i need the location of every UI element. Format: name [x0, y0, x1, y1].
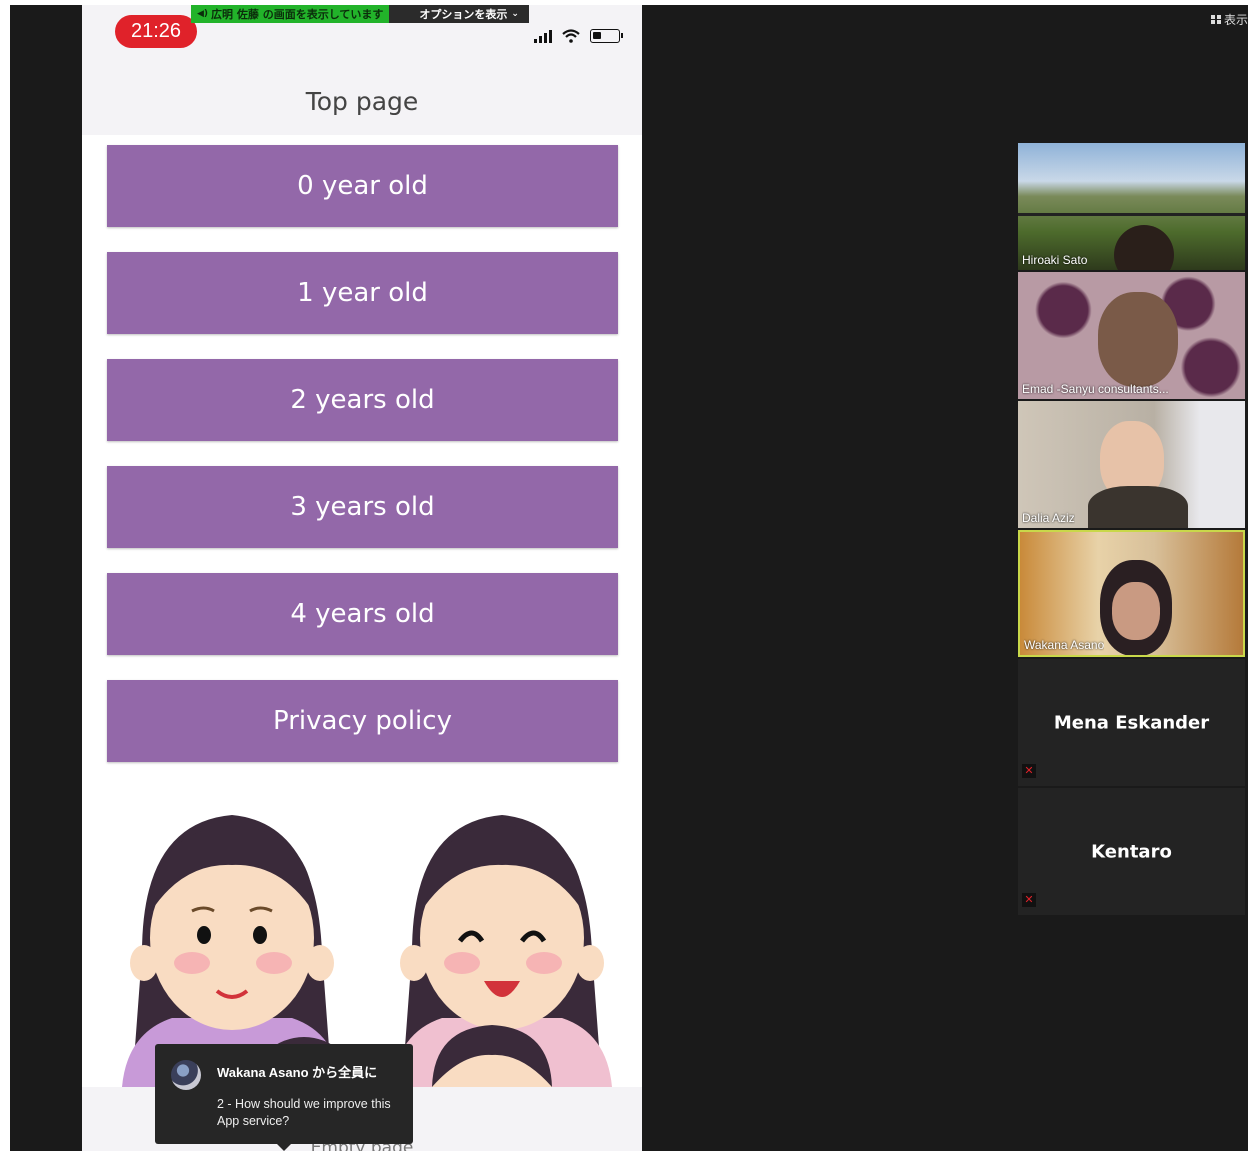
grid-view-icon: [1210, 15, 1221, 24]
participant-tile-dalia[interactable]: Dalia Aziz: [1018, 401, 1245, 528]
view-options-button[interactable]: オプションを表示 ⌄: [389, 5, 529, 23]
participant-tile-hiroaki[interactable]: Hiroaki Sato: [1018, 143, 1245, 270]
participant-tile-kentaro[interactable]: Kentaro ✕: [1018, 788, 1245, 915]
page-title: Top page: [305, 87, 419, 116]
view-options-label: オプションを表示: [419, 8, 508, 21]
participant-name: Kentaro: [1091, 841, 1172, 862]
avatar: [171, 1060, 201, 1090]
participant-name: Mena Eskander: [1053, 712, 1210, 733]
menu-button-4-years[interactable]: 4 years old: [107, 573, 618, 655]
menu-button-privacy-policy[interactable]: Privacy policy: [107, 680, 618, 762]
zoom-meeting-window: ◀) 広明 佐藤 の画面を表示しています オプションを表示 ⌄ 表示 21:26: [10, 5, 1248, 1151]
participant-name: Hiroaki Sato: [1022, 253, 1088, 267]
participant-name: Wakana Asano: [1024, 638, 1105, 652]
shared-phone-screen: 21:26 Top page 0 year old 1 year old 2 y…: [82, 5, 642, 1151]
phone-clock: 21:26: [115, 15, 197, 48]
menu-button-3-years[interactable]: 3 years old: [107, 466, 618, 548]
chevron-down-icon: ⌄: [511, 9, 519, 19]
menu-button-1-year[interactable]: 1 year old: [107, 252, 618, 334]
muted-mic-icon: ✕: [1022, 764, 1036, 778]
view-layout-label: 表示: [1223, 13, 1248, 27]
menu-button-0-year[interactable]: 0 year old: [107, 145, 618, 227]
status-icons: [534, 29, 623, 43]
battery-icon: [590, 29, 623, 43]
menu-button-2-years[interactable]: 2 years old: [107, 359, 618, 441]
chat-notification[interactable]: Wakana Asano から全員に 2 - How should we imp…: [155, 1044, 413, 1151]
chat-sender: Wakana Asano から全員に: [217, 1065, 378, 1080]
share-status-text: 広明 佐藤 の画面を表示しています: [211, 8, 384, 21]
speaker-icon: ◀): [197, 9, 209, 19]
participant-tile-mena[interactable]: Mena Eskander ✕: [1018, 659, 1245, 786]
app-content: 0 year old 1 year old 2 years old 3 year…: [82, 135, 642, 1087]
muted-mic-icon: ✕: [1022, 893, 1036, 907]
signal-icon: [534, 29, 552, 43]
participant-name: Emad -Sanyu consultants...: [1022, 382, 1169, 396]
wifi-icon: [562, 29, 580, 43]
view-layout-button[interactable]: 表示: [1210, 11, 1248, 28]
share-status: ◀) 広明 佐藤 の画面を表示しています: [191, 5, 390, 23]
screen-share-banner: ◀) 広明 佐藤 の画面を表示しています オプションを表示 ⌄: [191, 5, 529, 23]
chat-message: 2 - How should we improve this App servi…: [217, 1097, 391, 1128]
participant-tile-wakana[interactable]: Wakana Asano: [1018, 530, 1245, 657]
participant-tile-emad[interactable]: Emad -Sanyu consultants...: [1018, 272, 1245, 399]
participant-name: Dalia Aziz: [1022, 511, 1075, 525]
